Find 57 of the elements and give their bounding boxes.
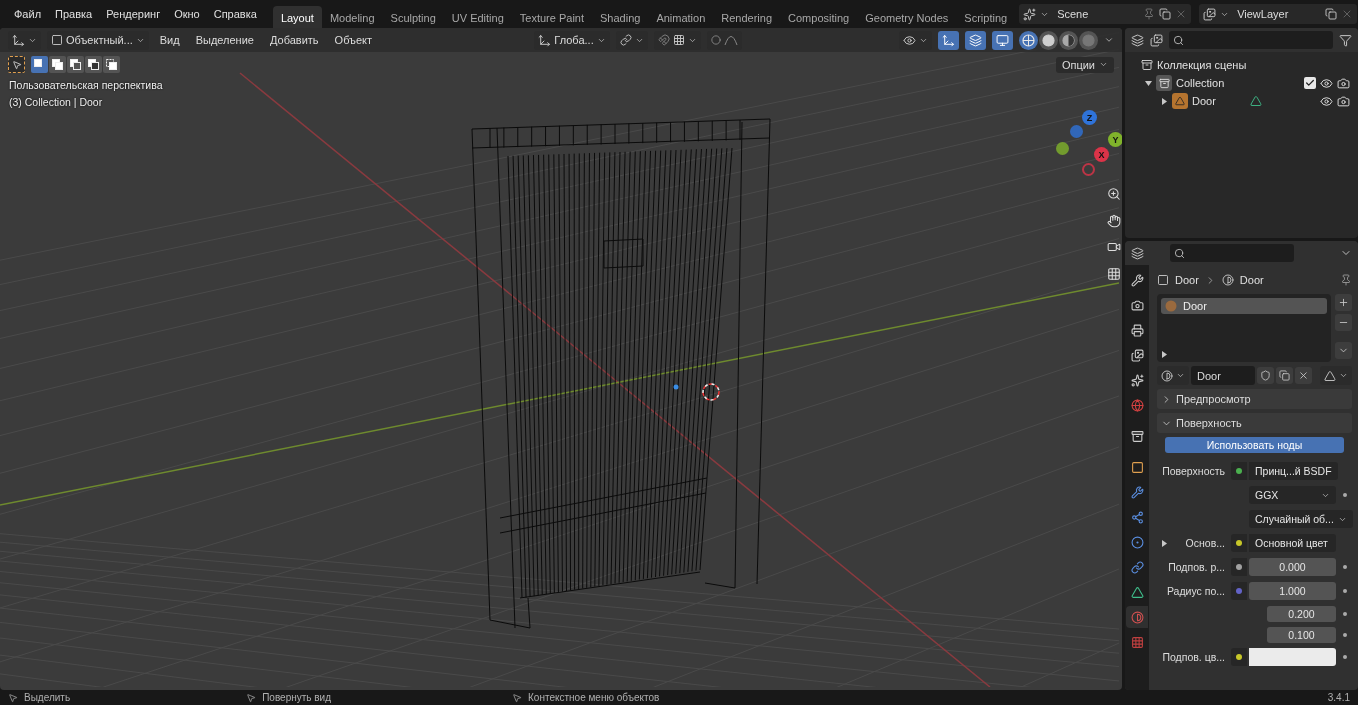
panel-header[interactable]: Поверхность (1157, 413, 1352, 433)
version-label: 3.4.1 (1327, 692, 1350, 703)
workspace-tab[interactable]: Texture Paint (511, 6, 592, 28)
number-field[interactable]: 1.000 (1249, 582, 1336, 600)
outliner-item[interactable]: Collection (1176, 77, 1225, 89)
property-label: Подпов. р... (1168, 561, 1226, 573)
menu-item[interactable]: Правка (49, 5, 99, 23)
status-hint: Контекстное меню объектов (528, 692, 660, 703)
number-field[interactable]: 0.000 (1249, 558, 1336, 576)
property-label: Подпов. цв... (1162, 651, 1226, 663)
socket-link-field[interactable]: Принц...й BSDF (1249, 462, 1338, 480)
panel-header[interactable]: Предпросмотр (1157, 389, 1352, 409)
menu-item[interactable]: Добавить (264, 32, 324, 48)
status-hint: Выделить (24, 692, 71, 703)
number-field[interactable]: 0.200 (1267, 605, 1336, 622)
axis-handle[interactable]: Y (1108, 132, 1122, 147)
material-name-field[interactable]: Door (1191, 366, 1255, 385)
dropdown[interactable]: Случайный об... (1249, 510, 1353, 528)
outliner-item[interactable]: Коллекция сцены (1157, 59, 1247, 71)
workspace-tab[interactable]: Rendering (713, 6, 781, 28)
menu-item[interactable]: Выделение (190, 32, 259, 48)
property-label: Поверхность (1162, 465, 1226, 477)
menu-item[interactable]: Вид (154, 32, 185, 48)
socket-link-field[interactable]: Основной цвет (1249, 534, 1336, 552)
menu-item[interactable]: Файл (8, 5, 48, 23)
workspace-tab[interactable]: Modeling (321, 6, 383, 28)
property-label: Радиус по... (1166, 585, 1226, 597)
number-field[interactable]: 0.100 (1267, 626, 1336, 643)
material-slot[interactable]: Door (1161, 298, 1327, 314)
scene-selector[interactable]: Scene (1019, 4, 1192, 24)
workspace-tab[interactable]: Sculpting (382, 6, 444, 28)
workspace-tab[interactable]: Scripting (956, 6, 1016, 28)
breadcrumb-item: Door (1239, 274, 1264, 286)
outliner-item[interactable]: Door (1192, 95, 1216, 107)
viewport-info-text: Пользовательская перспектива (8, 78, 164, 93)
breadcrumb-item: Door (1175, 274, 1199, 286)
property-label: Основ... (1185, 537, 1226, 549)
menu-item[interactable]: Объект (329, 32, 378, 48)
menu-item[interactable]: Рендеринг (100, 5, 167, 23)
view-layer-selector[interactable]: ViewLayer (1199, 4, 1358, 24)
dropdown[interactable]: GGX (1249, 486, 1336, 504)
workspace-tab[interactable]: Geometry Nodes (857, 6, 957, 28)
workspace-tab[interactable]: Compositing (780, 6, 858, 28)
use-nodes-button[interactable]: Использовать ноды (1165, 437, 1344, 453)
workspace-tab[interactable]: Animation (648, 6, 714, 28)
viewport-info-text: (3) Collection | Door (8, 95, 104, 110)
workspace-tab[interactable]: Layout (272, 6, 322, 28)
mode-dropdown[interactable]: Объектный... (47, 30, 149, 50)
options-dropdown[interactable]: Опции (1055, 56, 1114, 73)
menu-item[interactable]: Окно (168, 5, 206, 23)
menu-item[interactable]: Справка (207, 5, 263, 23)
axis-handle[interactable]: Z (1082, 110, 1097, 125)
axis-handle[interactable]: X (1094, 147, 1109, 162)
status-hint: Повернуть вид (262, 692, 332, 703)
orientation-dropdown[interactable]: Глоба... (534, 30, 610, 50)
workspace-tab[interactable]: Shading (592, 6, 649, 28)
workspace-tab[interactable]: UV Editing (443, 6, 512, 28)
